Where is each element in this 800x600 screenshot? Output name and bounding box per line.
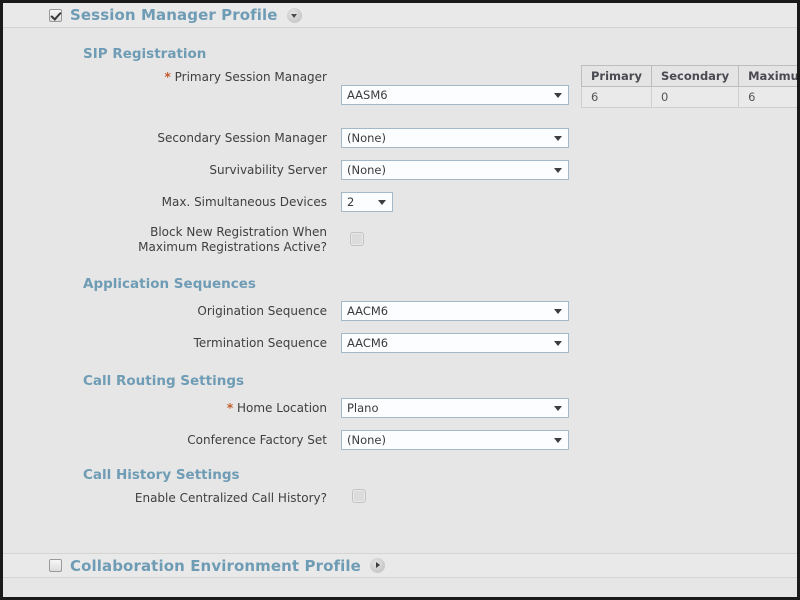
table-cell-primary: 6 [581, 86, 652, 108]
dropdown-value-origination-sequence: AACM6 [347, 304, 389, 318]
label-primary-session-manager: * Primary Session Manager [127, 70, 328, 85]
dropdown-value-max-simultaneous-devices: 2 [347, 195, 355, 209]
session-manager-profile-checkbox[interactable] [49, 8, 62, 22]
required-asterisk-primary-session-manager: * [164, 70, 171, 84]
table-header-maximum: Maximum [738, 65, 797, 87]
chevron-down-icon [554, 406, 562, 411]
checkbox-enable-centralized-call-history[interactable] [352, 489, 366, 503]
label-max-simultaneous-devices: Max. Simultaneous Devices [161, 195, 327, 209]
group-title-call-history-settings: Call History Settings [83, 467, 240, 483]
group-title-application-sequences: Application Sequences [83, 276, 256, 292]
label-survivability-server: Survivability Server [209, 163, 327, 177]
table-header-row: Primary Secondary Maximum [581, 65, 797, 87]
label-conference-factory-set: Conference Factory Set [187, 433, 327, 447]
label-text-home-location: Home Location [236, 401, 327, 415]
table-header-secondary: Secondary [650, 65, 740, 87]
label-origination-sequence: Origination Sequence [197, 304, 327, 318]
label-secondary-session-manager: Secondary Session Manager [157, 131, 327, 145]
dropdown-primary-session-manager[interactable]: AASM6 [341, 85, 569, 105]
dropdown-value-termination-sequence: AACM6 [347, 336, 389, 350]
collaboration-environment-profile-checkbox[interactable] [49, 559, 62, 572]
chevron-down-icon [554, 341, 562, 346]
session-manager-profile-title: Session Manager Profile [70, 6, 278, 24]
checkbox-block-new-registration[interactable] [350, 232, 364, 246]
section-header-session-manager-profile[interactable]: Session Manager Profile [3, 3, 797, 28]
dropdown-value-conference-factory-set: (None) [347, 433, 386, 447]
table-cell-maximum: 6 [738, 86, 797, 108]
dropdown-secondary-session-manager[interactable]: (None) [341, 128, 569, 148]
chevron-down-icon [554, 168, 562, 173]
session-manager-profile-panel: Session Manager Profile SIP Registration… [0, 0, 800, 600]
section-header-collaboration-environment-profile[interactable]: Collaboration Environment Profile [3, 553, 797, 578]
required-asterisk-home-location: * [226, 401, 234, 415]
registration-summary-table: Primary Secondary Maximum 6 0 6 [581, 65, 797, 108]
chevron-down-icon [554, 309, 562, 314]
label-home-location: * Home Location [127, 401, 327, 416]
dropdown-conference-factory-set[interactable]: (None) [341, 430, 569, 450]
table-cell-secondary: 0 [650, 86, 740, 108]
dropdown-termination-sequence[interactable]: AACM6 [341, 333, 569, 353]
dropdown-value-survivability-server: (None) [347, 163, 386, 177]
chevron-down-icon [378, 200, 386, 205]
group-title-sip-registration: SIP Registration [83, 46, 207, 62]
dropdown-value-secondary-session-manager: (None) [347, 131, 386, 145]
collapse-chevron-down-icon[interactable] [286, 7, 302, 23]
label-termination-sequence: Termination Sequence [193, 336, 327, 350]
dropdown-value-home-location: Plano [347, 401, 379, 415]
dropdown-home-location[interactable]: Plano [341, 398, 569, 418]
dropdown-origination-sequence[interactable]: AACM6 [341, 301, 569, 321]
label-block-new-registration: Block New Registration When Maximum Regi… [138, 225, 327, 254]
label-text-primary-session-manager: Primary Session Manager [174, 70, 327, 84]
table-row: 6 0 6 [581, 86, 797, 108]
chevron-down-icon [554, 438, 562, 443]
chevron-down-icon [554, 93, 562, 98]
table-header-primary: Primary [581, 65, 652, 87]
chevron-down-icon [554, 136, 562, 141]
label-enable-centralized-call-history: Enable Centralized Call History? [134, 491, 327, 505]
collaboration-environment-profile-title: Collaboration Environment Profile [70, 556, 361, 575]
dropdown-max-simultaneous-devices[interactable]: 2 [341, 192, 393, 212]
dropdown-survivability-server[interactable]: (None) [341, 160, 569, 180]
dropdown-value-primary-session-manager: AASM6 [347, 88, 388, 102]
expand-chevron-right-icon[interactable] [369, 558, 385, 573]
group-title-call-routing-settings: Call Routing Settings [83, 373, 245, 389]
